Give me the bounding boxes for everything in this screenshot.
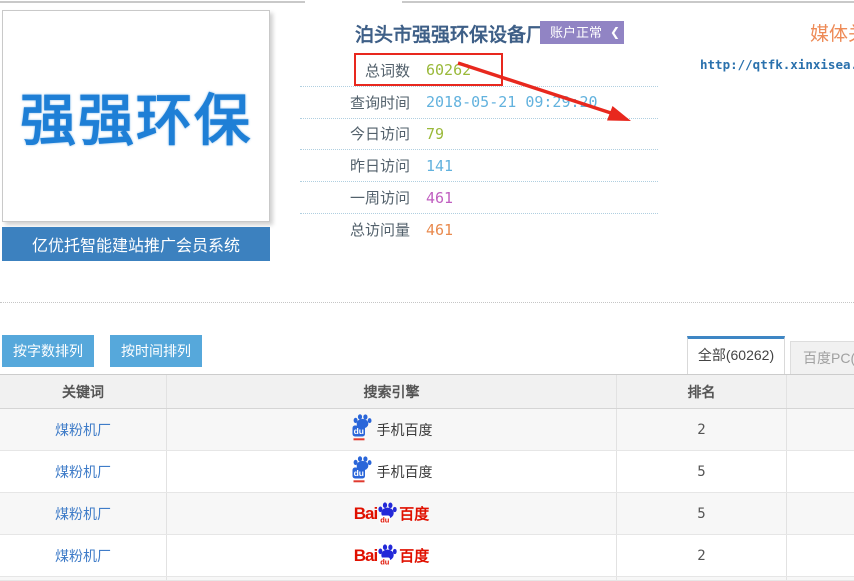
keywords-table: 关键词 搜索引擎 排名 煤粉机厂: [0, 374, 854, 581]
svg-text:du: du: [380, 557, 390, 566]
stat-value: 79: [426, 125, 444, 143]
header-rank: 排名: [617, 375, 787, 408]
top-border-left-segment: [0, 1, 305, 3]
engine-cell: du 手机百度: [167, 409, 617, 450]
stat-label: 昨日访问: [300, 155, 410, 176]
member-system-banner-text: 亿优托智能建站推广会员系统: [32, 232, 240, 256]
engine-name: 手机百度: [377, 420, 433, 440]
stat-label: 总访问量: [300, 219, 410, 240]
company-logo: 强强环保: [2, 10, 270, 222]
keyword-link[interactable]: 煤粉机厂: [55, 462, 111, 482]
stat-label: 查询时间: [300, 92, 410, 113]
engine-cell: du 手机百度: [167, 451, 617, 492]
stat-value: 141: [426, 157, 453, 175]
table-row: 煤粉机厂 du: [0, 409, 854, 451]
section-divider: [0, 302, 854, 303]
rank-value: 5: [697, 464, 705, 480]
stat-row-today-visits: 今日访问 79: [300, 119, 658, 151]
stat-row-yesterday-visits: 昨日访问 141: [300, 150, 658, 182]
mobile-baidu-icon: du: [351, 456, 373, 488]
rank-value: 2: [697, 548, 705, 564]
keyword-link[interactable]: 煤粉机厂: [55, 546, 111, 566]
stat-label: 一周访问: [300, 187, 410, 208]
keyword-cell: 煤粉机厂: [0, 493, 167, 534]
site-url-link[interactable]: http://qtfk.xinxisea.: [700, 57, 854, 72]
keyword-link[interactable]: 煤粉机厂: [55, 504, 111, 524]
stat-row-total-words: 总词数 60262: [300, 55, 658, 87]
stat-value: 461: [426, 189, 453, 207]
table-row-partial: [0, 577, 854, 581]
keyword-cell: 煤粉机厂: [0, 409, 167, 450]
rank-cell: 2: [617, 409, 787, 450]
stat-value: 2018-05-21 09:29:20: [426, 93, 598, 111]
baidu-logo-latin: Bai: [354, 546, 377, 566]
tab-all-keywords[interactable]: 全部(60262): [687, 336, 785, 374]
tab-baidu-pc[interactable]: 百度PC(30: [790, 341, 854, 374]
chevron-left-icon: ❮: [610, 21, 620, 44]
svg-text:du: du: [353, 468, 363, 478]
table-header-row: 关键词 搜索引擎 排名: [0, 375, 854, 409]
baidu-logo-cn: 百度: [399, 545, 429, 566]
table-row: 煤粉机厂 Bai du: [0, 535, 854, 577]
keyword-cell: 煤粉机厂: [0, 535, 167, 576]
stat-value: 461: [426, 221, 453, 239]
baidu-pc-icon: Bai du 百度: [354, 544, 429, 568]
stat-label: 今日访问: [300, 123, 410, 144]
account-status-badge: 账户正常 ❮: [540, 21, 624, 44]
header-search-engine: 搜索引擎: [167, 375, 617, 408]
stats-panel: 总词数 60262 查询时间 2018-05-21 09:29:20 今日访问 …: [300, 55, 658, 246]
rank-cell: 5: [617, 451, 787, 492]
engine-cell: Bai du 百度: [167, 535, 617, 576]
header-keyword: 关键词: [0, 375, 167, 408]
baidu-pc-icon: Bai du 百度: [354, 502, 429, 526]
extra-cell: [787, 409, 854, 450]
stat-row-query-time: 查询时间 2018-05-21 09:29:20: [300, 87, 658, 119]
keyword-cell: 煤粉机厂: [0, 451, 167, 492]
table-row: 煤粉机厂 Bai du: [0, 493, 854, 535]
extra-cell: [787, 493, 854, 534]
keyword-link[interactable]: 煤粉机厂: [55, 420, 111, 440]
tab-baidu-pc-label: 百度PC(30: [803, 350, 854, 366]
svg-text:du: du: [353, 426, 363, 436]
tab-all-label: 全部(60262): [698, 347, 774, 363]
engine-name: 手机百度: [377, 462, 433, 482]
stat-value: 60262: [426, 61, 471, 79]
sort-by-time-button[interactable]: 按时间排列: [110, 335, 202, 367]
company-logo-text: 强强环保: [20, 76, 252, 157]
stat-row-week-visits: 一周访问 461: [300, 182, 658, 214]
top-border-right-segment: [402, 1, 854, 3]
extra-cell: [787, 535, 854, 576]
engine-cell: Bai du 百度: [167, 493, 617, 534]
stat-row-total-visits: 总访问量 461: [300, 214, 658, 246]
extra-cell: [787, 451, 854, 492]
member-system-banner: 亿优托智能建站推广会员系统: [2, 227, 270, 261]
stat-label: 总词数: [300, 60, 410, 81]
baidu-logo-latin: Bai: [354, 504, 377, 524]
account-status-text: 账户正常: [550, 25, 602, 40]
svg-text:du: du: [380, 515, 390, 524]
page-title: 泊头市强强环保设备厂: [355, 20, 545, 47]
sort-by-wordcount-button[interactable]: 按字数排列: [2, 335, 94, 367]
rank-value: 2: [697, 422, 705, 438]
baidu-logo-cn: 百度: [399, 503, 429, 524]
mobile-baidu-icon: du: [351, 414, 373, 446]
rank-cell: 2: [617, 535, 787, 576]
table-row: 煤粉机厂 du: [0, 451, 854, 493]
rank-cell: 5: [617, 493, 787, 534]
media-section-title: 媒体关: [810, 19, 854, 46]
header-extra: [787, 375, 854, 408]
rank-value: 5: [697, 506, 705, 522]
